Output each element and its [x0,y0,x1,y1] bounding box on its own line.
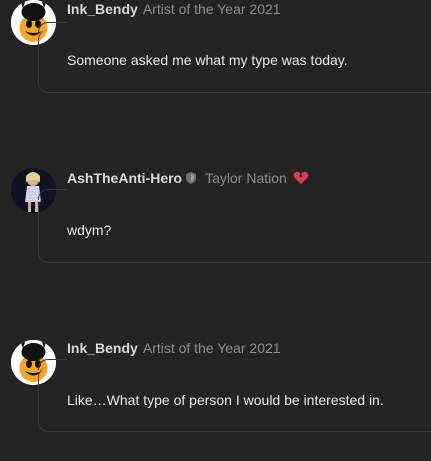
username[interactable]: Ink_Bendy [67,1,138,17]
message-text: wdym? [67,222,112,238]
post-meta: Ink_Bendy Artist of the Year 2021 [67,339,281,357]
message-text: Like…What type of person I would be inte… [67,392,384,408]
user-title: Artist of the Year 2021 [142,1,281,17]
user-title: Artist of the Year 2021 [142,340,281,356]
post-meta: AshTheAnti-Hero Taylor Nation [67,169,309,187]
shield-icon [184,171,198,189]
post-meta: Ink_Bendy Artist of the Year 2021 [67,0,281,18]
broken-heart-icon [293,171,309,189]
username[interactable]: Ink_Bendy [67,340,138,356]
message-text: Someone asked me what my type was today. [67,52,348,68]
user-title: Taylor Nation [205,170,287,186]
username[interactable]: AshTheAnti-Hero [67,170,182,186]
